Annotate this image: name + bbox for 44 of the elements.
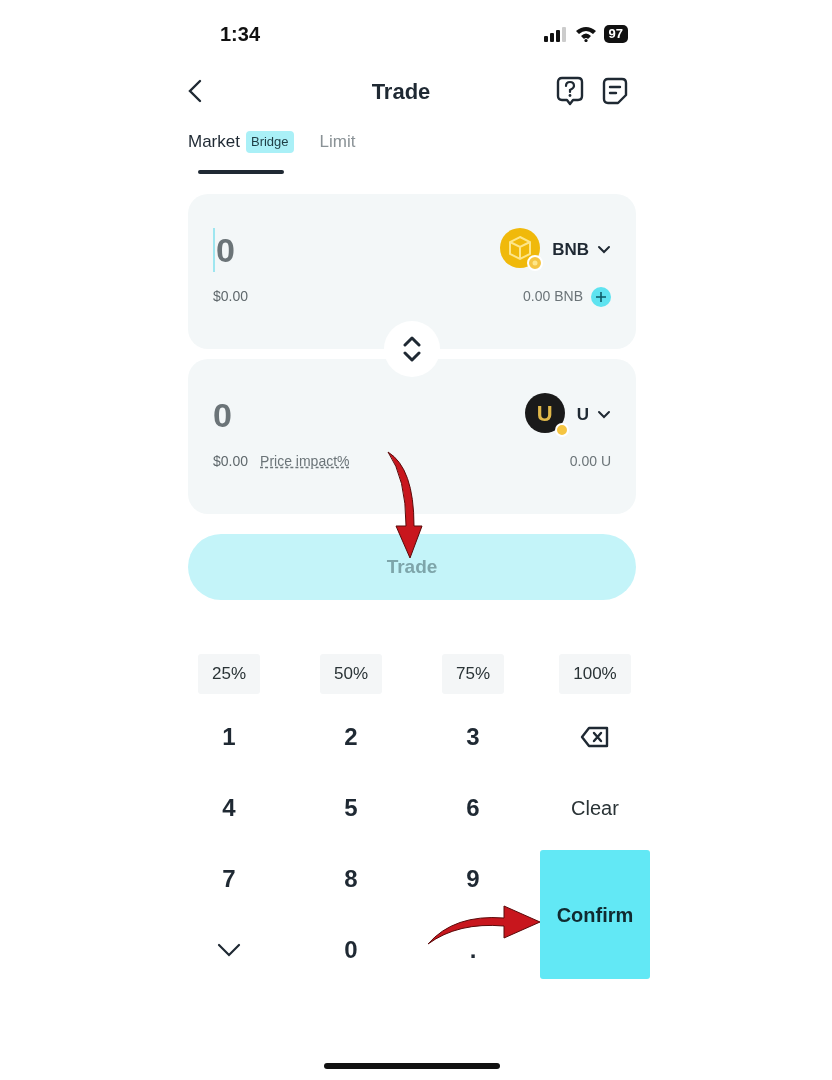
tab-badge: Bridge <box>245 131 294 153</box>
usd-value: $0.00 <box>213 452 249 471</box>
balance-text: 0.00 BNB <box>523 287 583 306</box>
clear-key[interactable]: Clear <box>534 772 656 843</box>
balance-text: 0.00 U <box>569 452 611 471</box>
backspace-icon[interactable] <box>580 725 610 748</box>
keypad-key[interactable]: 0 <box>290 914 412 985</box>
keypad-key[interactable]: 8 <box>290 843 412 914</box>
swap-icon <box>403 335 421 363</box>
tab[interactable]: Market Bridge <box>188 124 294 174</box>
chevron-down-icon <box>597 410 611 420</box>
amount-field[interactable]: 0 <box>213 228 235 272</box>
keypad-key[interactable]: 9 <box>412 843 534 914</box>
keypad-key[interactable]: 5 <box>290 772 412 843</box>
battery-indicator: 97 <box>603 25 628 43</box>
orders-icon[interactable] <box>602 77 628 105</box>
trade-button: Trade <box>188 534 636 600</box>
percent-button[interactable]: 75% <box>442 654 504 694</box>
keypad-key[interactable]: 3 <box>412 701 534 772</box>
confirm-button[interactable]: Confirm <box>540 850 650 979</box>
wifi-icon <box>574 26 597 42</box>
help-icon[interactable] <box>556 76 584 106</box>
chevron-down-icon <box>597 245 611 255</box>
usd-value: $0.00 <box>213 287 249 306</box>
keypad-key[interactable]: 7 <box>168 843 290 914</box>
page-title: Trade <box>371 77 431 106</box>
signal-icon <box>543 26 568 42</box>
token-selector[interactable]: U U <box>524 393 611 437</box>
keypad-key[interactable]: 4 <box>168 772 290 843</box>
plus-icon[interactable] <box>591 286 611 307</box>
coin-icon <box>500 228 545 272</box>
price-impact-link[interactable]: Price impact% <box>260 451 350 472</box>
keypad-key[interactable]: 2 <box>290 701 412 772</box>
percent-button[interactable]: 25% <box>198 654 260 694</box>
back-icon[interactable] <box>188 79 202 103</box>
token-selector[interactable]: BNB <box>500 228 611 272</box>
amount-field[interactable]: 0 <box>213 393 232 437</box>
status-time: 1:34 <box>220 22 261 47</box>
chevron-down-icon[interactable] <box>217 942 241 957</box>
keypad-key[interactable]: 1 <box>168 701 290 772</box>
percent-button[interactable]: 50% <box>320 654 382 694</box>
keypad-key[interactable]: . <box>412 914 534 985</box>
percent-button[interactable]: 100% <box>559 654 631 694</box>
keypad-key[interactable]: 6 <box>412 772 534 843</box>
